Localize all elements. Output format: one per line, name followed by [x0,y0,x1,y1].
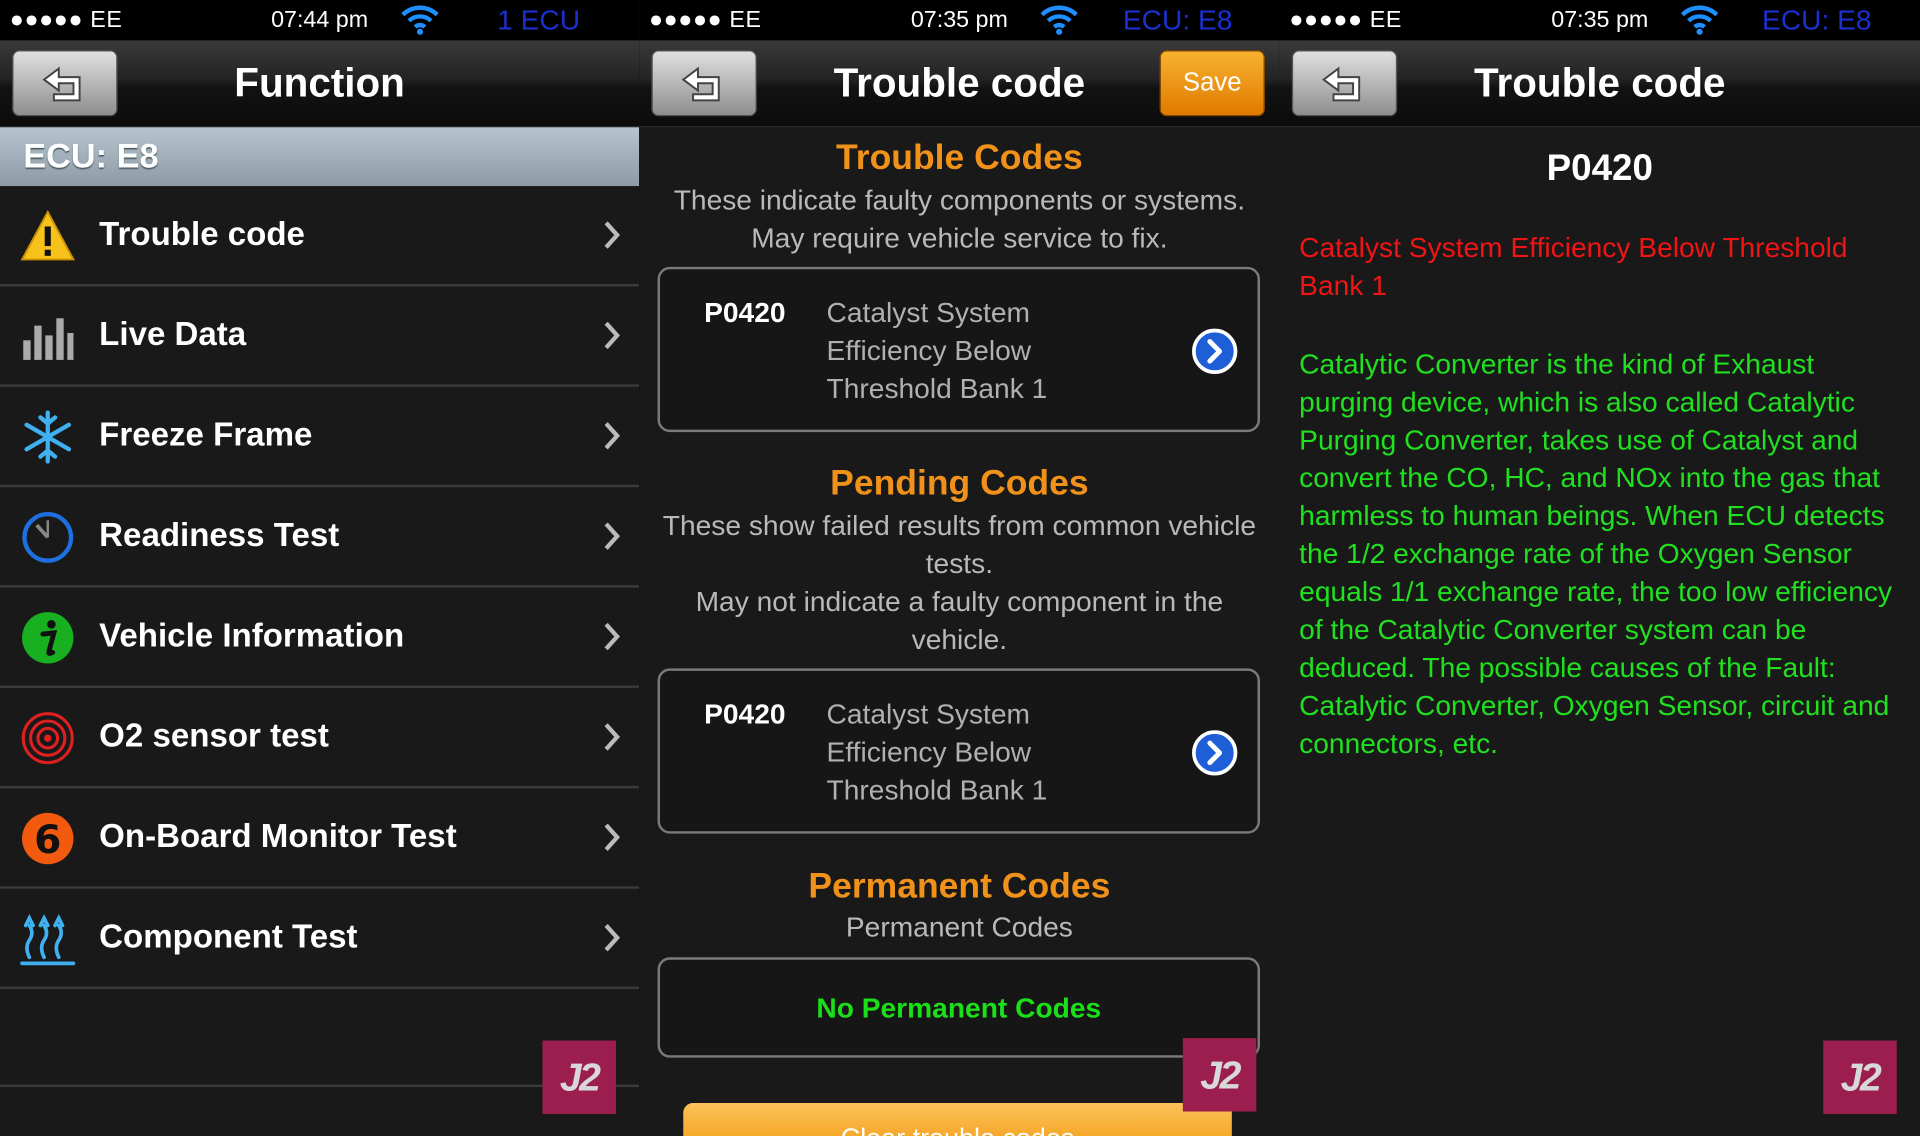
ecu-indicator: ECU: E8 [1762,3,1872,36]
chevron-right-icon [604,321,621,350]
clear-codes-button[interactable]: Clear trouble codes [683,1102,1232,1136]
menu-item-component-test[interactable]: Component Test [0,889,640,990]
chevron-right-icon [604,924,621,952]
menu-label: O2 sensor test [99,717,329,755]
permanent-codes-heading: Permanent Codes [808,866,1111,906]
dtc-code-heading: P0420 [1546,148,1653,189]
wifi-icon [401,5,439,35]
menu-item-live-data[interactable]: Live Data [0,286,640,387]
app-logo: J2 [1823,1040,1897,1114]
trouble-code-card[interactable]: P0420 Catalyst System Efficiency Below T… [657,266,1261,433]
menu-item-freeze-frame[interactable]: Freeze Frame [0,387,640,488]
permanent-codes-description: Permanent Codes [845,910,1073,943]
nav-bar: Trouble code Save [639,40,1280,128]
dtc-explanation: Catalytic Converter is the kind of Exhau… [1299,347,1893,759]
chevron-right-icon [604,522,621,550]
warning-icon [20,209,76,261]
page-title: Function [234,59,405,106]
menu-item-readiness-test[interactable]: Readiness Test [0,487,640,588]
no-permanent-codes-message: No Permanent Codes [816,991,1102,1024]
status-bar: ●●●●● EE 07:44 pm 1 ECU [0,0,640,41]
chevron-right-icon [604,221,621,249]
menu-item-trouble-code[interactable]: Trouble code [0,186,640,287]
dtc-description: Catalyst System Efficiency Below Thresho… [1299,231,1848,302]
dtc-code: P0420 [704,697,786,730]
menu-item-vehicle-information[interactable]: Vehicle Information [0,588,640,688]
number-six-icon: 6 [22,812,74,865]
heat-icon [20,913,76,966]
number-six-label: 6 [34,818,61,863]
chevron-right-icon [604,723,621,751]
menu-label: Readiness Test [99,516,340,554]
dtc-code: P0420 [704,296,786,329]
chevron-circle-right-icon[interactable] [1191,730,1238,777]
info-icon [22,612,74,664]
page-title: Trouble code [1474,59,1726,106]
trouble-code-detail-screen: ●●●●● EE 07:35 pm ECU: E8 Trouble code P… [1279,0,1920,1136]
menu-label: Component Test [99,918,358,955]
timer-icon [22,511,74,563]
app-screens: ●●●●● EE 07:44 pm 1 ECU Function ECU: E8 [0,0,1920,1136]
trouble-code-list-screen: ●●●●● EE 07:35 pm ECU: E8 Trouble code S… [639,0,1280,1136]
status-bar: ●●●●● EE 07:35 pm ECU: E8 [639,0,1280,41]
pending-codes-note: May not indicate a faulty component in t… [695,585,1224,655]
chevron-circle-right-icon[interactable] [1191,328,1238,375]
ecu-section-header: ECU: E8 [0,127,640,187]
dtc-description: Catalyst System Efficiency Below Thresho… [826,296,1048,404]
trouble-codes-heading: Trouble Codes [836,138,1083,178]
app-logo: J2 [542,1040,616,1114]
menu-label: Vehicle Information [99,616,405,654]
ecu-indicator: 1 ECU [497,3,581,36]
chevron-right-icon [604,422,621,450]
ecu-indicator: ECU: E8 [1122,3,1233,36]
pending-codes-heading: Pending Codes [830,463,1089,504]
menu-label: On-Board Monitor Test [99,817,457,855]
menu-label: Trouble code [99,215,305,253]
pending-code-card[interactable]: P0420 Catalyst System Efficiency Below T… [657,668,1261,834]
target-icon [21,712,74,765]
clear-codes-label: Clear trouble codes [683,1123,1232,1136]
nav-bar: Trouble code [1279,40,1920,128]
menu-label: Live Data [99,315,247,353]
function-screen: ●●●●● EE 07:44 pm 1 ECU Function ECU: E8 [0,0,640,1136]
save-button[interactable]: Save [1159,50,1265,117]
trouble-codes-description: These indicate faulty components or syst… [673,183,1246,254]
pending-codes-description: These show failed results from common ve… [662,509,1257,580]
wifi-icon [1680,5,1719,35]
chevron-right-icon [604,622,621,651]
dtc-description: Catalyst System Efficiency Below Thresho… [826,697,1048,806]
menu-label: Freeze Frame [99,416,313,453]
menu-item-on-board-monitor-test[interactable]: 6 On-Board Monitor Test [0,788,640,889]
app-logo: J2 [1182,1038,1257,1112]
bar-chart-icon [23,318,74,360]
nav-bar: Function [0,40,640,128]
chevron-right-icon [604,823,621,851]
function-menu: Trouble code Live Data Freeze Frame Read… [0,186,640,990]
status-bar: ●●●●● EE 07:35 pm ECU: E8 [1279,0,1920,41]
snowflake-icon [24,410,72,464]
wifi-icon [1040,5,1078,35]
menu-item-o2-sensor-test[interactable]: O2 sensor test [0,688,640,789]
permanent-code-card: No Permanent Codes [657,957,1261,1058]
